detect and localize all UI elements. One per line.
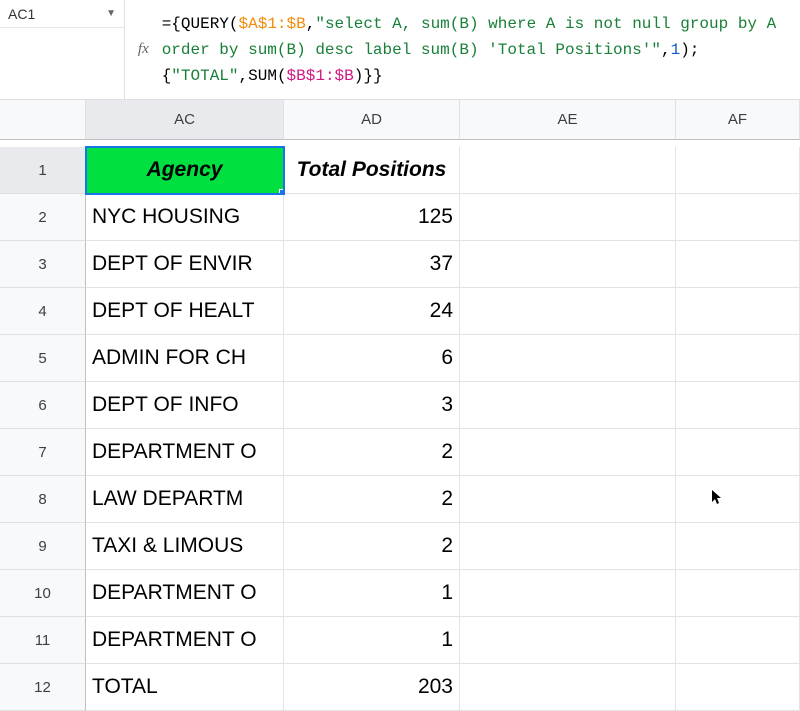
name-box-wrap: AC1 ▼ [0,0,125,99]
select-all-corner[interactable] [0,100,86,140]
cell[interactable] [676,382,800,429]
cell-ac1[interactable]: Agency [86,147,284,194]
cell[interactable]: 2 [284,476,460,523]
cell[interactable] [460,194,676,241]
cell[interactable] [460,664,676,711]
row-header[interactable]: 2 [0,194,86,241]
cell[interactable]: DEPT OF ENVIR [86,241,284,288]
cell[interactable] [460,382,676,429]
column-header-ac[interactable]: AC [86,100,284,140]
row-header[interactable]: 10 [0,570,86,617]
cell[interactable] [460,523,676,570]
cell[interactable] [676,241,800,288]
cell[interactable]: DEPT OF HEALT [86,288,284,335]
cell[interactable] [676,523,800,570]
cell[interactable] [676,194,800,241]
name-box[interactable]: AC1 ▼ [0,0,124,28]
cell[interactable]: ADMIN FOR CH [86,335,284,382]
cell[interactable] [460,241,676,288]
cell[interactable]: TAXI & LIMOUS [86,523,284,570]
cell[interactable] [460,617,676,664]
column-header-ad[interactable]: AD [284,100,460,140]
cell[interactable] [460,288,676,335]
cell[interactable]: 2 [284,523,460,570]
cell[interactable] [676,288,800,335]
cell-ae1[interactable] [460,147,676,194]
cell[interactable]: 2 [284,429,460,476]
cell[interactable]: LAW DEPARTM [86,476,284,523]
selection-handle[interactable] [279,189,284,194]
row-header[interactable]: 11 [0,617,86,664]
row-header[interactable]: 7 [0,429,86,476]
formula-text[interactable]: ={QUERY($A$1:$B,"select A, sum(B) where … [162,11,788,89]
row-header[interactable]: 8 [0,476,86,523]
name-box-text: AC1 [8,6,106,22]
cell-af1[interactable] [676,147,800,194]
cell[interactable] [676,429,800,476]
row-header[interactable]: 9 [0,523,86,570]
cell[interactable]: 24 [284,288,460,335]
cell[interactable]: 203 [284,664,460,711]
cell[interactable] [460,570,676,617]
cell-ad1[interactable]: Total Positions [284,147,460,194]
cell[interactable]: 6 [284,335,460,382]
cell[interactable] [676,664,800,711]
cell[interactable] [460,429,676,476]
formula-bar: AC1 ▼ fx ={QUERY($A$1:$B,"select A, sum(… [0,0,800,100]
cell[interactable]: 1 [284,570,460,617]
fx-icon: fx [137,41,150,58]
row-header[interactable]: 4 [0,288,86,335]
chevron-down-icon[interactable]: ▼ [106,8,116,19]
spreadsheet-grid[interactable]: AC AD AE AF 1 Agency Total Positions 2 N… [0,100,800,711]
cell[interactable]: TOTAL [86,664,284,711]
cell[interactable]: 1 [284,617,460,664]
cell[interactable] [676,570,800,617]
cell[interactable]: DEPT OF INFO [86,382,284,429]
cell-text: Agency [147,158,223,182]
row-header[interactable]: 12 [0,664,86,711]
formula-area[interactable]: fx ={QUERY($A$1:$B,"select A, sum(B) whe… [125,0,800,99]
column-header-ae[interactable]: AE [460,100,676,140]
column-header-af[interactable]: AF [676,100,800,140]
cell[interactable] [676,476,800,523]
cell[interactable] [460,335,676,382]
cell[interactable]: NYC HOUSING [86,194,284,241]
row-header[interactable]: 3 [0,241,86,288]
cell[interactable] [676,617,800,664]
cell[interactable]: 125 [284,194,460,241]
row-header[interactable]: 5 [0,335,86,382]
cell[interactable]: 3 [284,382,460,429]
row-header[interactable]: 1 [0,147,86,194]
cell[interactable] [460,476,676,523]
cell[interactable] [676,335,800,382]
cell[interactable]: 37 [284,241,460,288]
cell[interactable]: DEPARTMENT O [86,617,284,664]
cell[interactable]: DEPARTMENT O [86,429,284,476]
row-header[interactable]: 6 [0,382,86,429]
cell[interactable]: DEPARTMENT O [86,570,284,617]
